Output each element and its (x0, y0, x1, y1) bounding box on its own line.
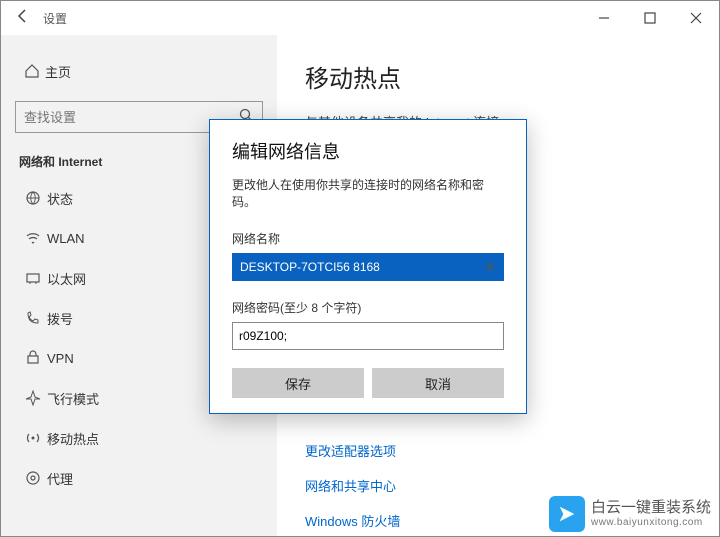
search-input[interactable] (24, 110, 238, 125)
page-title: 移动热点 (305, 59, 695, 94)
watermark-line2: www.baiyunxitong.com (591, 517, 711, 528)
watermark-logo-icon (549, 496, 585, 532)
minimize-button[interactable] (581, 1, 627, 35)
watermark-line1: 白云一键重装系统 (591, 500, 711, 517)
titlebar: 设置 (1, 1, 719, 35)
close-button[interactable] (673, 1, 719, 35)
hotspot-icon (19, 430, 47, 446)
edit-network-dialog: 编辑网络信息 更改他人在使用你共享的连接时的网络名称和密码。 网络名称 ✕ 网络… (209, 119, 527, 414)
network-password-label: 网络密码(至少 8 个字符) (232, 299, 504, 316)
network-name-label: 网络名称 (232, 230, 504, 247)
network-password-input[interactable] (232, 322, 504, 350)
sidebar-item-label: 移动热点 (47, 429, 99, 448)
globe-icon (19, 190, 47, 206)
phone-icon (19, 310, 47, 326)
sidebar-item-proxy[interactable]: 代理 (1, 458, 277, 498)
sidebar-item-label: 以太网 (47, 269, 86, 288)
vpn-icon (19, 350, 47, 366)
dialog-title: 编辑网络信息 (232, 138, 504, 164)
sidebar-item-hotspot[interactable]: 移动热点 (1, 418, 277, 458)
sidebar-home-label: 主页 (45, 62, 71, 81)
sidebar-item-label: VPN (47, 351, 74, 366)
cancel-button[interactable]: 取消 (372, 368, 504, 398)
wifi-icon (19, 230, 47, 246)
sidebar-item-label: WLAN (47, 231, 85, 246)
sidebar-item-label: 拨号 (47, 309, 73, 328)
sidebar-item-label: 状态 (47, 189, 73, 208)
save-button[interactable]: 保存 (232, 368, 364, 398)
clear-icon[interactable]: ✕ (480, 257, 500, 277)
ethernet-icon (19, 270, 47, 286)
dialog-description: 更改他人在使用你共享的连接时的网络名称和密码。 (232, 176, 504, 210)
back-button[interactable] (9, 8, 37, 29)
sidebar-item-label: 代理 (47, 469, 73, 488)
link-network-sharing[interactable]: 网络和共享中心 (305, 476, 695, 495)
airplane-icon (19, 390, 47, 406)
network-name-input[interactable] (232, 253, 504, 281)
proxy-icon (19, 470, 47, 486)
maximize-button[interactable] (627, 1, 673, 35)
watermark: 白云一键重装系统 www.baiyunxitong.com (549, 496, 711, 532)
home-icon (19, 63, 45, 79)
app-title: 设置 (43, 10, 67, 27)
sidebar-item-label: 飞行模式 (47, 389, 99, 408)
sidebar-home[interactable]: 主页 (1, 53, 277, 89)
link-adapter-options[interactable]: 更改适配器选项 (305, 441, 695, 460)
